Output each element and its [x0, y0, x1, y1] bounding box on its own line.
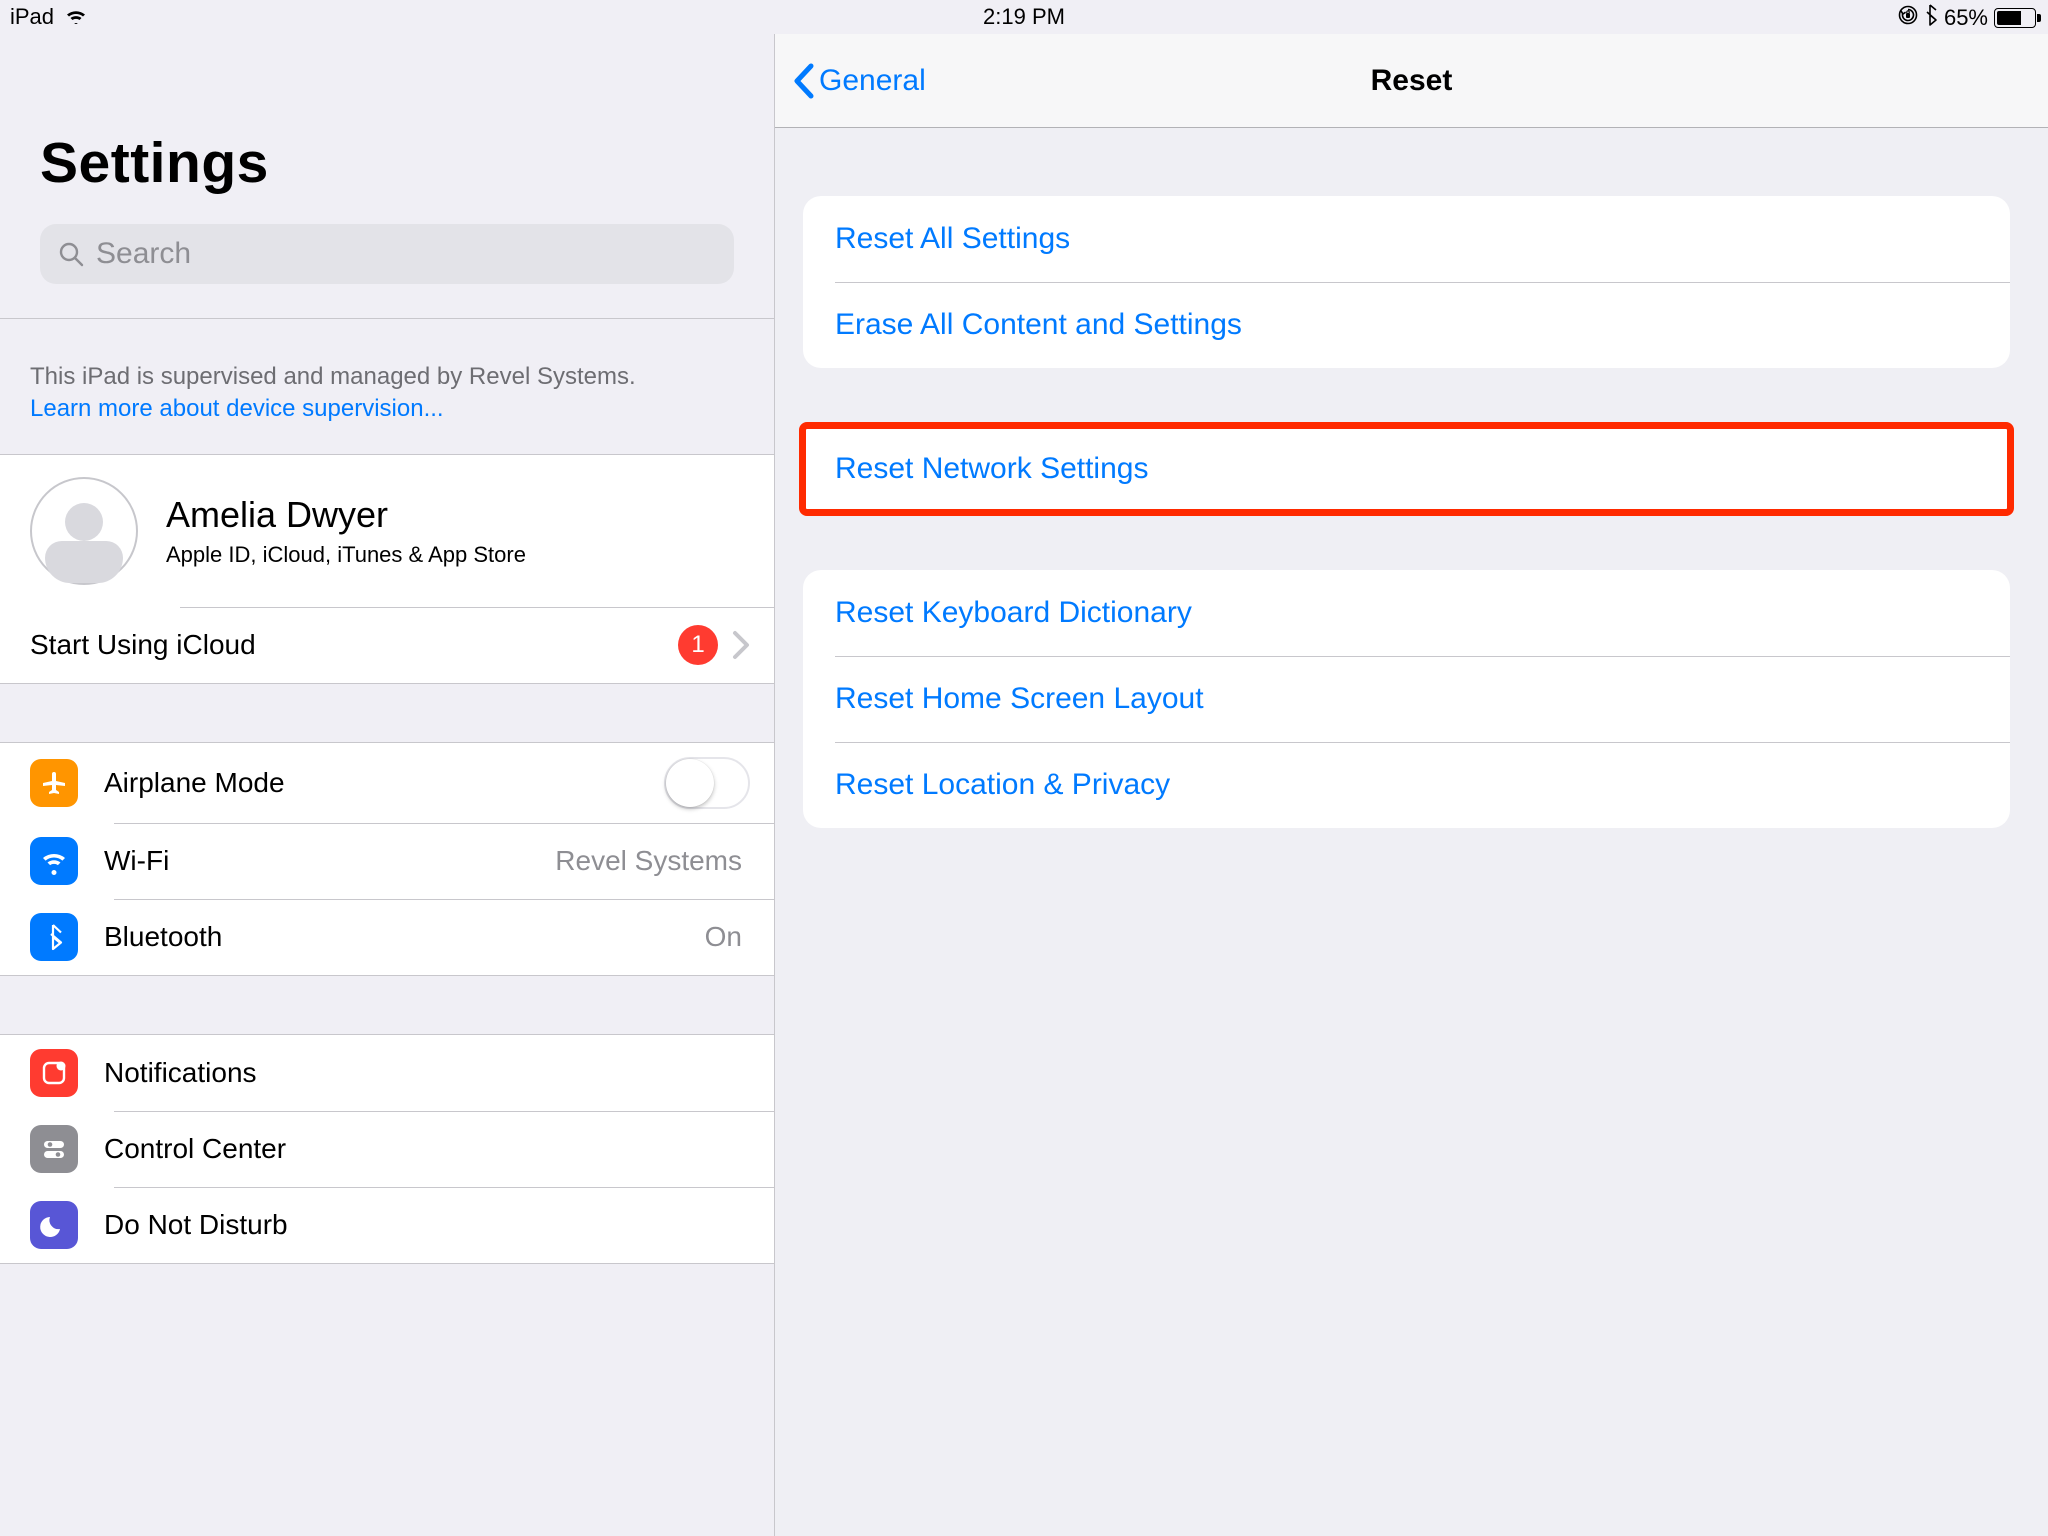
bluetooth-settings-icon — [30, 913, 78, 961]
wifi-cell[interactable]: Wi-Fi Revel Systems — [0, 823, 774, 899]
search-placeholder: Search — [96, 237, 191, 271]
system-group: Notifications Control Center Do Not Dist… — [0, 1034, 774, 1264]
back-label: General — [819, 64, 926, 98]
airplane-mode-cell[interactable]: Airplane Mode — [0, 743, 774, 823]
control-center-icon — [30, 1125, 78, 1173]
wifi-value: Revel Systems — [555, 845, 750, 877]
settings-sidebar: Settings Search This iPad is supervised … — [0, 34, 775, 1536]
search-input[interactable]: Search — [40, 224, 734, 284]
airplane-label: Airplane Mode — [104, 767, 285, 799]
reset-all-settings[interactable]: Reset All Settings — [803, 196, 2010, 282]
reset-group-2: Reset Network Settings — [803, 426, 2010, 512]
reset-keyboard-dictionary[interactable]: Reset Keyboard Dictionary — [803, 570, 2010, 656]
control-center-cell[interactable]: Control Center — [0, 1111, 774, 1187]
wifi-settings-icon — [30, 837, 78, 885]
notifications-icon — [30, 1049, 78, 1097]
icloud-badge: 1 — [678, 625, 718, 665]
battery-icon — [1994, 8, 2036, 28]
device-label: iPad — [10, 4, 54, 30]
airplane-icon — [30, 759, 78, 807]
notifications-label: Notifications — [104, 1057, 257, 1089]
reset-location-privacy[interactable]: Reset Location & Privacy — [803, 742, 2010, 828]
connectivity-group: Airplane Mode Wi-Fi Revel Systems Blueto… — [0, 742, 774, 976]
apple-id-cell[interactable]: Amelia Dwyer Apple ID, iCloud, iTunes & … — [0, 455, 774, 607]
status-bar: iPad 2:19 PM 65% — [0, 0, 2048, 34]
profile-group: Amelia Dwyer Apple ID, iCloud, iTunes & … — [0, 454, 774, 684]
nav-bar: General Reset — [775, 34, 2048, 128]
detail-pane: General Reset Reset All Settings Erase A… — [775, 34, 2048, 1536]
battery-pct: 65% — [1944, 5, 1988, 31]
bluetooth-icon — [1924, 4, 1938, 32]
settings-title: Settings — [0, 34, 774, 224]
start-using-icloud-cell[interactable]: Start Using iCloud 1 — [0, 607, 774, 683]
moon-icon — [30, 1201, 78, 1249]
bluetooth-cell[interactable]: Bluetooth On — [0, 899, 774, 975]
profile-sub: Apple ID, iCloud, iTunes & App Store — [166, 542, 526, 568]
clock: 2:19 PM — [983, 4, 1065, 30]
bt-value: On — [705, 921, 750, 953]
mdm-text: This iPad is supervised and managed by R… — [30, 363, 636, 390]
reset-group-3: Reset Keyboard Dictionary Reset Home Scr… — [803, 570, 2010, 828]
reset-home-screen-layout[interactable]: Reset Home Screen Layout — [803, 656, 2010, 742]
dnd-cell[interactable]: Do Not Disturb — [0, 1187, 774, 1263]
profile-name: Amelia Dwyer — [166, 494, 526, 536]
chevron-right-icon — [732, 630, 750, 660]
cc-label: Control Center — [104, 1133, 286, 1165]
wifi-label: Wi-Fi — [104, 845, 169, 877]
mdm-learn-more-link[interactable]: Learn more about device supervision... — [30, 395, 444, 422]
icloud-label: Start Using iCloud — [30, 629, 256, 661]
dnd-label: Do Not Disturb — [104, 1209, 288, 1241]
reset-network-settings[interactable]: Reset Network Settings — [803, 426, 2010, 512]
erase-all-content[interactable]: Erase All Content and Settings — [803, 282, 2010, 368]
wifi-icon — [64, 4, 88, 30]
avatar — [30, 477, 138, 585]
rotation-lock-icon — [1898, 5, 1918, 31]
bt-label: Bluetooth — [104, 921, 222, 953]
notifications-cell[interactable]: Notifications — [0, 1035, 774, 1111]
reset-group-1: Reset All Settings Erase All Content and… — [803, 196, 2010, 368]
back-button[interactable]: General — [791, 62, 926, 100]
airplane-toggle[interactable] — [664, 757, 750, 809]
mdm-note: This iPad is supervised and managed by R… — [0, 319, 774, 454]
nav-title: Reset — [1371, 64, 1453, 98]
search-icon — [58, 241, 84, 267]
chevron-left-icon — [791, 62, 815, 100]
